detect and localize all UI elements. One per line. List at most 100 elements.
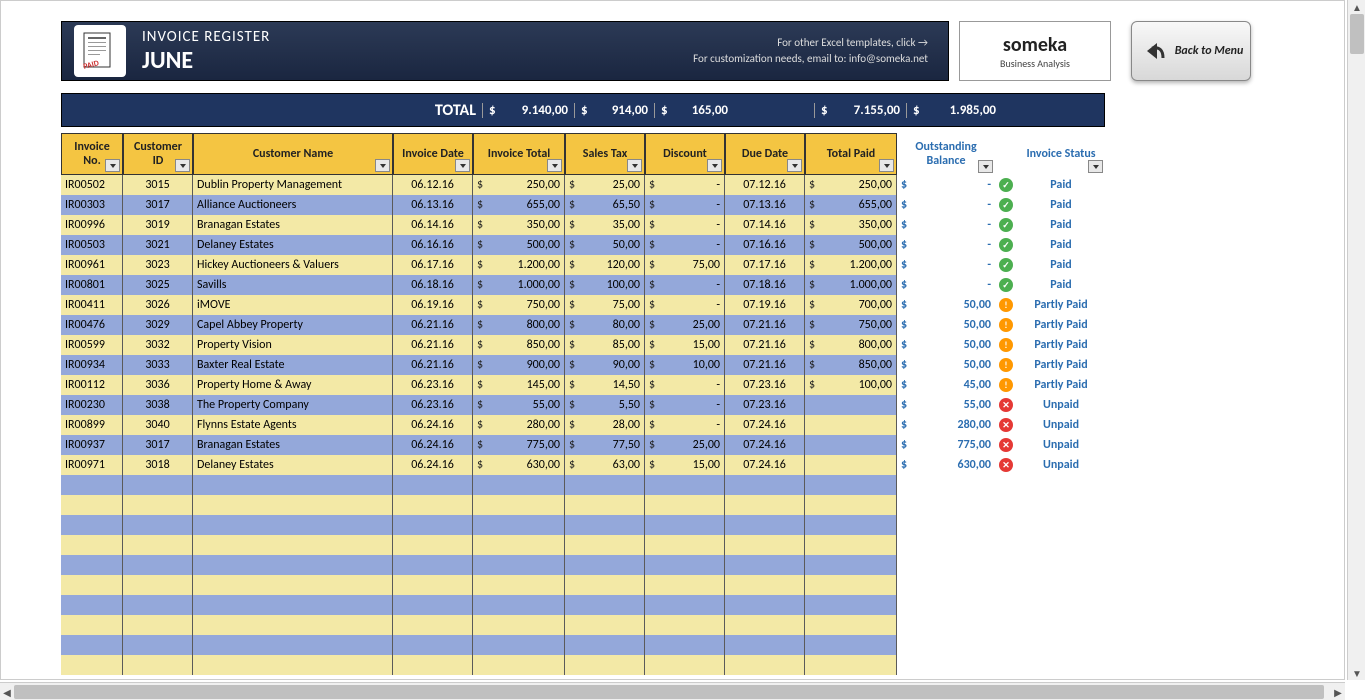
table-cell[interactable] <box>645 635 725 655</box>
table-cell[interactable] <box>393 655 473 675</box>
table-cell[interactable]: $- <box>645 295 725 315</box>
table-cell[interactable] <box>473 575 565 595</box>
table-cell[interactable] <box>565 495 645 515</box>
table-cell[interactable]: 3033 <box>123 355 193 375</box>
table-cell[interactable]: Branagan Estates <box>193 435 393 455</box>
table-cell[interactable] <box>473 495 565 515</box>
table-cell[interactable]: Property Vision <box>193 335 393 355</box>
table-cell[interactable]: $800,00 <box>473 315 565 335</box>
filter-icon[interactable] <box>547 159 562 172</box>
outstanding-cell[interactable]: $- <box>897 215 995 235</box>
filter-icon[interactable] <box>707 159 722 172</box>
table-cell[interactable]: $- <box>645 275 725 295</box>
table-cell[interactable]: $750,00 <box>805 315 897 335</box>
table-cell[interactable] <box>725 555 805 575</box>
filter-icon[interactable] <box>455 159 470 172</box>
table-cell[interactable]: 06.21.16 <box>393 355 473 375</box>
table-cell[interactable] <box>61 555 123 575</box>
table-cell[interactable]: 07.12.16 <box>725 175 805 195</box>
table-cell[interactable]: Alliance Auctioneers <box>193 195 393 215</box>
table-cell[interactable] <box>565 515 645 535</box>
table-cell[interactable]: $280,00 <box>473 415 565 435</box>
table-cell[interactable] <box>61 495 123 515</box>
table-cell[interactable] <box>473 615 565 635</box>
table-cell[interactable]: 07.14.16 <box>725 215 805 235</box>
table-cell[interactable]: $655,00 <box>805 195 897 215</box>
table-cell[interactable]: Delaney Estates <box>193 455 393 475</box>
table-cell[interactable]: IR00961 <box>61 255 123 275</box>
table-cell[interactable]: $250,00 <box>473 175 565 195</box>
table-cell[interactable]: $- <box>645 235 725 255</box>
table-cell[interactable] <box>473 535 565 555</box>
table-cell[interactable] <box>193 555 393 575</box>
table-cell[interactable] <box>193 635 393 655</box>
table-cell[interactable]: 3032 <box>123 335 193 355</box>
table-cell[interactable]: 06.24.16 <box>393 455 473 475</box>
filter-icon[interactable] <box>1088 160 1103 173</box>
table-cell[interactable]: 06.24.16 <box>393 435 473 455</box>
table-cell[interactable]: 07.24.16 <box>725 435 805 455</box>
table-cell[interactable] <box>805 575 897 595</box>
table-cell[interactable] <box>805 415 897 435</box>
table-cell[interactable]: $- <box>645 195 725 215</box>
table-cell[interactable] <box>645 495 725 515</box>
table-cell[interactable] <box>565 655 645 675</box>
table-cell[interactable]: 07.24.16 <box>725 415 805 435</box>
table-cell[interactable]: $800,00 <box>805 335 897 355</box>
table-cell[interactable]: 3017 <box>123 195 193 215</box>
outstanding-cell[interactable]: $50,00 <box>897 335 995 355</box>
table-cell[interactable]: Hickey Auctioneers & Valuers <box>193 255 393 275</box>
table-cell[interactable]: 07.23.16 <box>725 375 805 395</box>
table-cell[interactable] <box>645 595 725 615</box>
table-cell[interactable]: IR00599 <box>61 335 123 355</box>
table-cell[interactable]: 3015 <box>123 175 193 195</box>
table-cell[interactable] <box>725 655 805 675</box>
table-cell[interactable]: $250,00 <box>805 175 897 195</box>
table-cell[interactable] <box>123 615 193 635</box>
col-status[interactable]: Invoice Status <box>1017 133 1105 175</box>
table-cell[interactable]: 3019 <box>123 215 193 235</box>
table-cell[interactable]: $1.200,00 <box>473 255 565 275</box>
table-cell[interactable]: $100,00 <box>805 375 897 395</box>
table-cell[interactable]: 07.16.16 <box>725 235 805 255</box>
table-cell[interactable]: Delaney Estates <box>193 235 393 255</box>
table-cell[interactable] <box>193 475 393 495</box>
col-invoice-total[interactable]: Invoice Total <box>473 133 565 175</box>
table-cell[interactable]: Capel Abbey Property <box>193 315 393 335</box>
table-cell[interactable]: IR00476 <box>61 315 123 335</box>
table-cell[interactable]: $655,00 <box>473 195 565 215</box>
table-cell[interactable]: $350,00 <box>473 215 565 235</box>
table-cell[interactable]: $900,00 <box>473 355 565 375</box>
table-cell[interactable] <box>193 495 393 515</box>
table-cell[interactable]: 07.18.16 <box>725 275 805 295</box>
table-cell[interactable] <box>565 555 645 575</box>
table-cell[interactable]: IR00112 <box>61 375 123 395</box>
table-cell[interactable]: $1.000,00 <box>473 275 565 295</box>
table-cell[interactable]: 06.12.16 <box>393 175 473 195</box>
table-cell[interactable]: $5,50 <box>565 395 645 415</box>
table-cell[interactable]: 06.23.16 <box>393 395 473 415</box>
table-cell[interactable] <box>393 555 473 575</box>
horizontal-scrollbar[interactable]: ◀ ▶ <box>0 682 1345 700</box>
outstanding-cell[interactable]: $630,00 <box>897 455 995 475</box>
table-cell[interactable]: IR00899 <box>61 415 123 435</box>
scroll-down-icon[interactable]: ▼ <box>1351 667 1363 679</box>
table-cell[interactable]: $120,00 <box>565 255 645 275</box>
table-cell[interactable]: 07.13.16 <box>725 195 805 215</box>
table-cell[interactable] <box>725 615 805 635</box>
col-total-paid[interactable]: Total Paid <box>805 133 897 175</box>
table-cell[interactable] <box>193 595 393 615</box>
table-cell[interactable]: $500,00 <box>805 235 897 255</box>
outstanding-cell[interactable]: $- <box>897 235 995 255</box>
table-cell[interactable]: 3029 <box>123 315 193 335</box>
table-cell[interactable]: IR00503 <box>61 235 123 255</box>
table-cell[interactable] <box>193 575 393 595</box>
filter-icon[interactable] <box>105 159 120 172</box>
table-cell[interactable]: IR00996 <box>61 215 123 235</box>
table-cell[interactable] <box>725 515 805 535</box>
table-cell[interactable]: IR00411 <box>61 295 123 315</box>
table-cell[interactable]: $15,00 <box>645 335 725 355</box>
table-cell[interactable] <box>565 475 645 495</box>
table-cell[interactable] <box>393 575 473 595</box>
table-cell[interactable] <box>805 595 897 615</box>
